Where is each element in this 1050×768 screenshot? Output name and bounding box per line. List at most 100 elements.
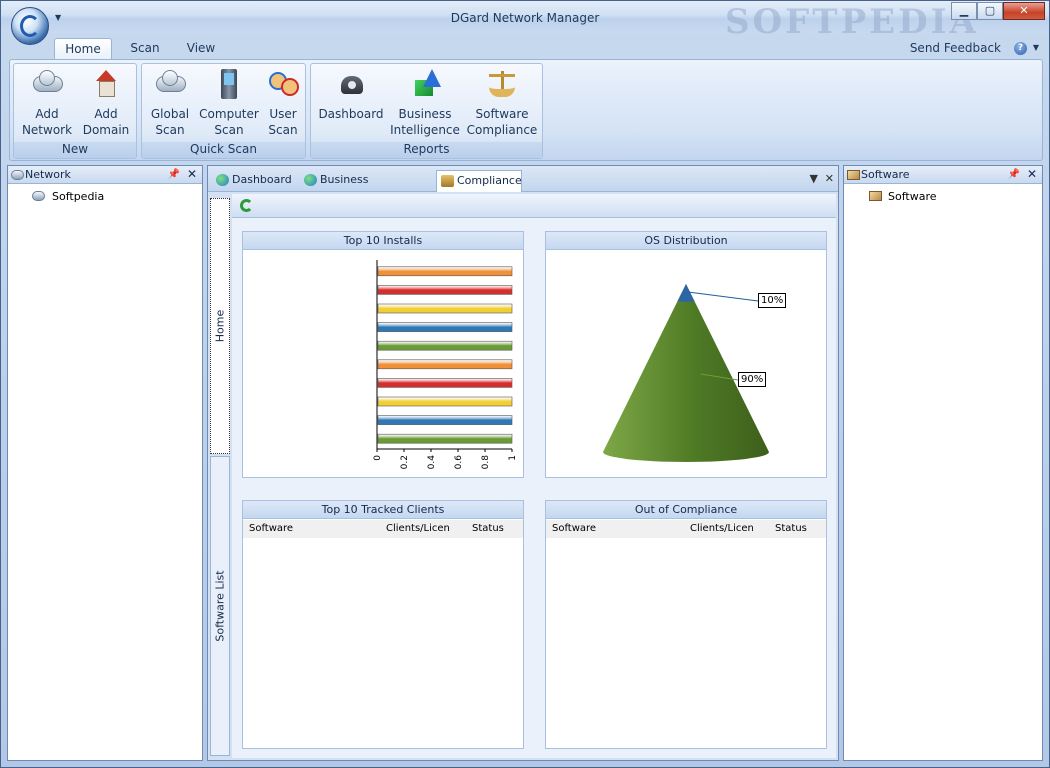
- x-tick-label-2: 0.4: [427, 455, 437, 470]
- doc-list-dropdown-icon[interactable]: ▼: [810, 172, 818, 185]
- global-scan-label-1: Global: [150, 107, 190, 121]
- bar-9: [377, 415, 513, 425]
- user-scan-label-2: Scan: [268, 123, 298, 137]
- side-tab-software-list-label: Software List: [213, 570, 227, 642]
- users-icon: [267, 68, 299, 100]
- quick-access-dropdown-icon[interactable]: ▼: [55, 13, 61, 22]
- software-compliance-label-1: Software: [475, 107, 529, 121]
- cloud-icon: [154, 68, 186, 100]
- software-box-icon: [847, 170, 860, 180]
- computer-icon: [213, 68, 245, 100]
- software-compliance-button[interactable]: Software Compliance: [463, 68, 541, 138]
- column-software[interactable]: Software: [552, 523, 596, 534]
- help-dropdown-icon[interactable]: ▼: [1033, 43, 1039, 52]
- os-distribution-title: OS Distribution: [546, 232, 826, 250]
- tab-scan[interactable]: Scan: [123, 38, 167, 60]
- side-tab-home[interactable]: Home: [210, 198, 230, 454]
- column-clients-licenses[interactable]: Clients/Licen: [386, 523, 450, 534]
- user-scan-label-1: User: [269, 107, 297, 121]
- add-network-label-1: Add: [35, 107, 59, 121]
- refresh-icon[interactable]: [240, 199, 253, 212]
- bar-4: [377, 322, 513, 332]
- doc-tab-dashboard[interactable]: Dashboard: [212, 170, 296, 192]
- column-status[interactable]: Status: [472, 523, 504, 534]
- dashboard-icon: [335, 68, 367, 100]
- tab-view[interactable]: View: [179, 38, 223, 60]
- os-distribution-card: OS Distribution 10% 90%: [545, 231, 827, 478]
- doc-close-icon[interactable]: ✕: [825, 172, 834, 185]
- column-clients-licenses[interactable]: Clients/Licen: [690, 523, 754, 534]
- business-intelligence-tab-icon: [304, 174, 317, 186]
- pin-icon[interactable]: 📌: [1008, 166, 1020, 183]
- x-tick-label-0: 0: [373, 455, 383, 461]
- business-intelligence-label-1: Business: [398, 107, 452, 121]
- compliance-tab-icon: [441, 175, 454, 187]
- document-tabs: Dashboard Business Intelligence Complian…: [208, 166, 838, 206]
- close-panel-icon[interactable]: ✕: [187, 166, 197, 183]
- compliance-content: Top 10 Installs 0 0.2 0.4 0.6 0.8 1 OS Distri…: [232, 194, 836, 758]
- tab-home[interactable]: Home: [54, 38, 112, 60]
- side-tab-home-label: Home: [213, 309, 227, 343]
- tracked-clients-grid-header: Software Clients/Licen Status: [243, 520, 523, 538]
- close-button[interactable]: ✕: [1003, 2, 1045, 20]
- pin-icon[interactable]: 📌: [168, 166, 180, 183]
- network-node-icon: [32, 191, 45, 201]
- document-area: Dashboard Business Intelligence Complian…: [207, 165, 839, 761]
- application-menu-button[interactable]: [11, 7, 49, 45]
- business-intelligence-icon: [409, 68, 441, 100]
- tree-item-software[interactable]: Software: [888, 190, 937, 203]
- add-domain-label-2: Domain: [82, 123, 130, 137]
- business-intelligence-label-2: Intelligence: [390, 123, 460, 137]
- os-distribution-chart: [603, 284, 769, 462]
- app-window: SOFTPEDIA DGard Network Manager ▼ ▁ ▢ ✕ …: [0, 0, 1050, 768]
- column-software[interactable]: Software: [249, 523, 293, 534]
- top-installs-card: Top 10 Installs 0 0.2 0.4 0.6 0.8 1: [242, 231, 524, 478]
- title-bar[interactable]: SOFTPEDIA DGard Network Manager ▼ ▁ ▢ ✕: [1, 1, 1049, 42]
- send-feedback-link[interactable]: Send Feedback: [910, 41, 1001, 55]
- content-toolbar: [232, 194, 836, 218]
- ribbon-group-reports: Dashboard Business Intelligence Software…: [310, 63, 543, 159]
- house-icon: [90, 68, 122, 100]
- window-title: DGard Network Manager: [450, 11, 600, 25]
- ribbon-group-quick-scan: Global Scan Computer Scan User Scan Quic…: [141, 63, 306, 159]
- dashboard-label-1: Dashboard: [318, 107, 384, 121]
- software-node-icon: [869, 191, 882, 201]
- network-cloud-icon: [11, 170, 24, 180]
- help-icon[interactable]: ?: [1014, 42, 1027, 55]
- bar-1: [377, 266, 513, 277]
- bar-10: [377, 433, 513, 444]
- computer-scan-button[interactable]: Computer Scan: [198, 68, 260, 138]
- global-scan-button[interactable]: Global Scan: [144, 68, 196, 138]
- maximize-button[interactable]: ▢: [977, 2, 1003, 20]
- doc-tab-compliance-label: Compliance: [457, 174, 522, 187]
- out-of-compliance-title: Out of Compliance: [546, 501, 826, 519]
- dashboard-button[interactable]: Dashboard: [315, 68, 387, 122]
- bar-6: [377, 359, 513, 370]
- ribbon-group-new-label: New: [14, 142, 136, 158]
- add-network-label-2: Network: [21, 123, 73, 137]
- side-tab-strip: Home Software List: [210, 196, 230, 756]
- bar-7: [377, 378, 513, 388]
- cloud-icon: [31, 68, 63, 100]
- close-panel-icon[interactable]: ✕: [1027, 166, 1037, 183]
- doc-tab-compliance[interactable]: Compliance: [436, 170, 522, 192]
- tree-item-softpedia[interactable]: Softpedia: [52, 190, 104, 203]
- ribbon-group-quick-scan-label: Quick Scan: [142, 142, 305, 158]
- network-panel-header: Network 📌 ✕: [8, 166, 202, 184]
- software-compliance-label-2: Compliance: [466, 123, 538, 137]
- ribbon-group-reports-label: Reports: [311, 142, 542, 158]
- add-network-button[interactable]: Add Network: [18, 68, 76, 138]
- user-scan-button[interactable]: User Scan: [262, 68, 304, 138]
- doc-tab-business-intelligence[interactable]: Business Intelligence: [300, 170, 432, 206]
- out-of-compliance-grid-header: Software Clients/Licen Status: [546, 520, 826, 538]
- x-tick-label-5: 1: [508, 455, 518, 461]
- column-status[interactable]: Status: [775, 523, 807, 534]
- side-tab-software-list[interactable]: Software List: [210, 456, 230, 756]
- business-intelligence-button[interactable]: Business Intelligence: [389, 68, 461, 138]
- tracked-clients-card: Top 10 Tracked Clients Software Clients/…: [242, 500, 524, 749]
- tracked-clients-title: Top 10 Tracked Clients: [243, 501, 523, 519]
- doc-tab-dashboard-label: Dashboard: [232, 173, 292, 186]
- minimize-button[interactable]: ▁: [951, 2, 977, 20]
- x-tick-label-3: 0.6: [454, 455, 464, 470]
- add-domain-button[interactable]: Add Domain: [78, 68, 134, 138]
